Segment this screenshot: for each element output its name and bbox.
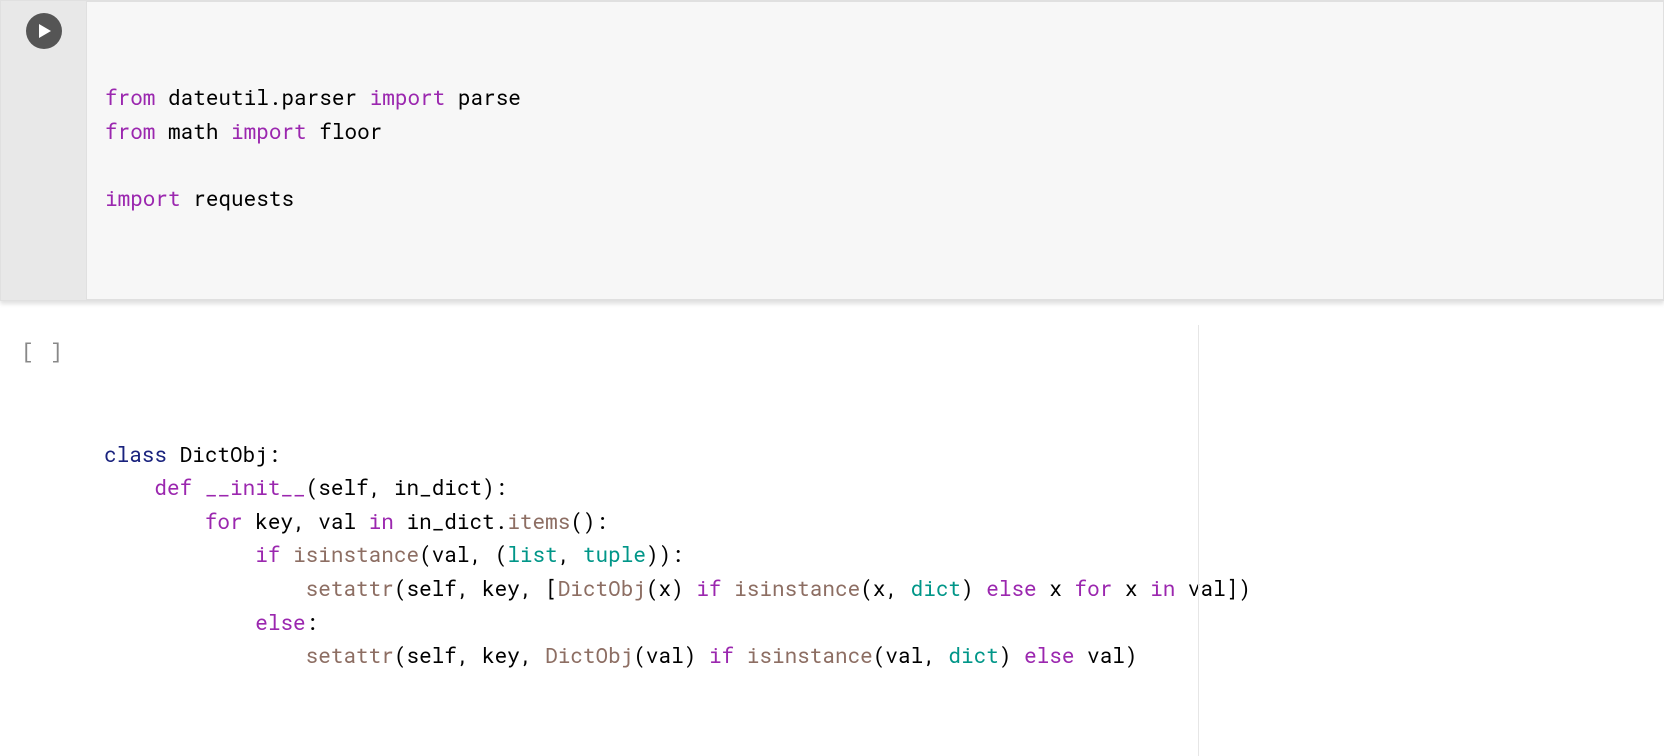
code-cell: [ ] class DictObj: def __init__(self, in… [0,325,1664,756]
run-button[interactable] [26,13,62,49]
code-content: from dateutil.parser import parse from m… [105,81,1663,215]
code-content: class DictObj: def __init__(self, in_dic… [104,438,1664,673]
ruler-line [1198,325,1199,756]
execution-count: [ ] [21,337,65,371]
play-icon [36,23,52,39]
cell-gutter: [ ] [0,325,86,756]
notebook: from dateutil.parser import parse from m… [0,0,1664,756]
code-cell: from dateutil.parser import parse from m… [0,0,1664,301]
code-editor[interactable]: from dateutil.parser import parse from m… [87,1,1663,300]
cell-gutter [1,1,87,300]
code-editor[interactable]: class DictObj: def __init__(self, in_dic… [86,325,1664,756]
